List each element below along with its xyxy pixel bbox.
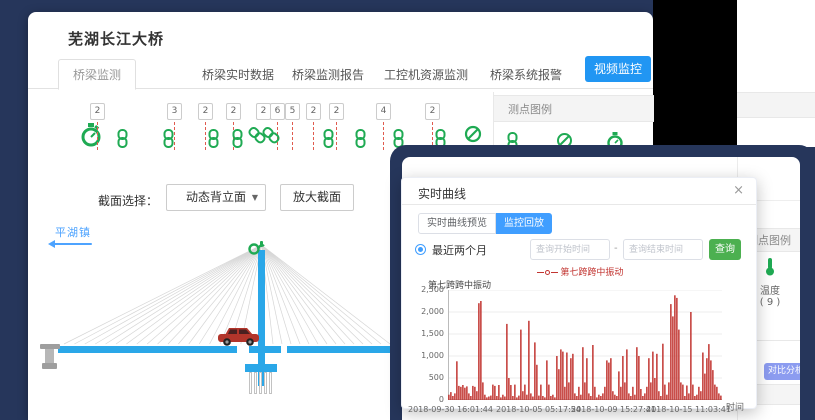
x-tick-label: 2018-10-09 15:27:41	[571, 405, 656, 414]
bridge-deck	[249, 346, 281, 353]
sensor-count-badge[interactable]: 6	[270, 103, 285, 120]
x-tick-label: 2018-09-30 16:01:44	[408, 405, 493, 414]
sensor-dash-line	[292, 122, 293, 150]
desktop-background: 芜湖长江大桥 桥梁监测 桥梁实时数据桥梁监测报告工控机资源监测桥梁系统报警 视频监…	[0, 0, 815, 420]
compare-analysis-button[interactable]: 对比分析	[764, 363, 800, 380]
video-monitor-button[interactable]: 视频监控	[585, 56, 651, 82]
chart-legend[interactable]: 第七跨跨中振动	[402, 265, 758, 278]
query-start-time-input[interactable]	[530, 239, 610, 260]
sensor-count-badge[interactable]: 2	[226, 103, 241, 120]
sensor-dash-line	[97, 122, 98, 150]
x-axis-title: 时间	[726, 400, 744, 413]
y-tick-label: 500	[406, 373, 444, 382]
car-illustration	[217, 326, 260, 347]
ban-icon[interactable]	[464, 125, 482, 147]
tab-3[interactable]: 工控机资源监测	[370, 60, 482, 89]
tab-2[interactable]: 桥梁监测报告	[278, 60, 378, 89]
left-pier	[45, 349, 54, 363]
modal-header: 实时曲线 ×	[402, 178, 756, 205]
sensor-count-badge[interactable]: 3	[167, 103, 182, 120]
modal-title: 实时曲线	[418, 185, 466, 202]
gauge-icon[interactable]	[80, 123, 102, 151]
chain-link-icon[interactable]	[322, 129, 335, 152]
close-icon[interactable]: ×	[733, 183, 744, 198]
background-window-sliver	[737, 0, 815, 147]
section-select-label: 截面选择：	[98, 192, 158, 209]
sensor-dash-line	[205, 122, 206, 150]
realtime-curve-modal: 实时曲线 × 实时曲线预览 监控回放 最近两个月 - 查询 第七跨跨中振动 第七…	[401, 177, 757, 409]
tower-foundation-cap	[245, 364, 277, 372]
tab-0[interactable]: 桥梁监测	[58, 59, 136, 90]
sensor-count-badge[interactable]: 2	[90, 103, 105, 120]
recent-two-months-radio[interactable]	[415, 244, 426, 255]
sensor-count-badge[interactable]: 2	[329, 103, 344, 120]
y-tick-label: 2,500	[406, 285, 444, 294]
chain-link-icon[interactable]	[354, 129, 367, 152]
tab-bar: 桥梁监测 桥梁实时数据桥梁监测报告工控机资源监测桥梁系统报警	[28, 52, 653, 89]
tower-sensor-icon[interactable]	[248, 240, 266, 261]
date-range-separator: -	[614, 243, 618, 254]
x-tick-label: 2018-10-15 11:03:41	[646, 405, 731, 414]
sensor-dash-line	[336, 122, 337, 150]
sensor-dash-line	[383, 122, 384, 150]
bridge-deck	[287, 346, 390, 353]
x-tick-label: 2018-10-05 05:17:54	[496, 405, 581, 414]
sensor-count-badge[interactable]: 4	[376, 103, 391, 120]
tower-piles	[249, 372, 273, 394]
left-pier	[42, 363, 57, 369]
sensor-count-badge[interactable]: 2	[425, 103, 440, 120]
page-title: 芜湖长江大桥	[68, 28, 164, 49]
sensor-count-badge[interactable]: 2	[256, 103, 271, 120]
black-screen-region	[653, 0, 737, 147]
chain-link-icon[interactable]	[162, 129, 175, 152]
tab-1[interactable]: 桥梁实时数据	[188, 60, 288, 89]
query-button[interactable]: 查询	[709, 239, 741, 260]
thermometer-icon	[764, 261, 776, 280]
tab-monitor-playback[interactable]: 监控回放	[496, 213, 552, 234]
tab-4[interactable]: 桥梁系统报警	[476, 60, 576, 89]
vibration-chart	[448, 290, 722, 400]
y-tick-label: 1,000	[406, 351, 444, 360]
y-tick-label: 1,500	[406, 329, 444, 338]
y-tick-label: 2,000	[406, 307, 444, 316]
chain-link-icon[interactable]	[207, 129, 220, 152]
query-end-time-input[interactable]	[623, 239, 703, 260]
chevron-down-icon: ▼	[252, 185, 258, 210]
recent-two-months-label: 最近两个月	[432, 242, 487, 258]
background-window-panel-band	[737, 92, 815, 118]
chain-link-icon[interactable]	[116, 129, 129, 152]
sensor-dash-line	[313, 122, 314, 150]
chain-link-icon[interactable]	[231, 129, 244, 152]
tab-realtime-preview[interactable]: 实时曲线预览	[418, 213, 496, 234]
sensor-count-badge[interactable]: 2	[198, 103, 213, 120]
bridge-deck	[58, 346, 237, 353]
y-tick-label: 0	[406, 395, 444, 404]
legend-series-label: 第七跨跨中振动	[560, 268, 623, 278]
enlarge-section-button[interactable]: 放大截面	[280, 184, 354, 211]
legend-panel-title: 测点图例	[494, 95, 654, 122]
section-select-dropdown[interactable]: 动态背立面 ▼	[166, 184, 266, 211]
sensor-count-badge[interactable]: 2	[306, 103, 321, 120]
sensor-count-badge[interactable]: 5	[285, 103, 300, 120]
section-select-value: 动态背立面	[186, 190, 246, 204]
